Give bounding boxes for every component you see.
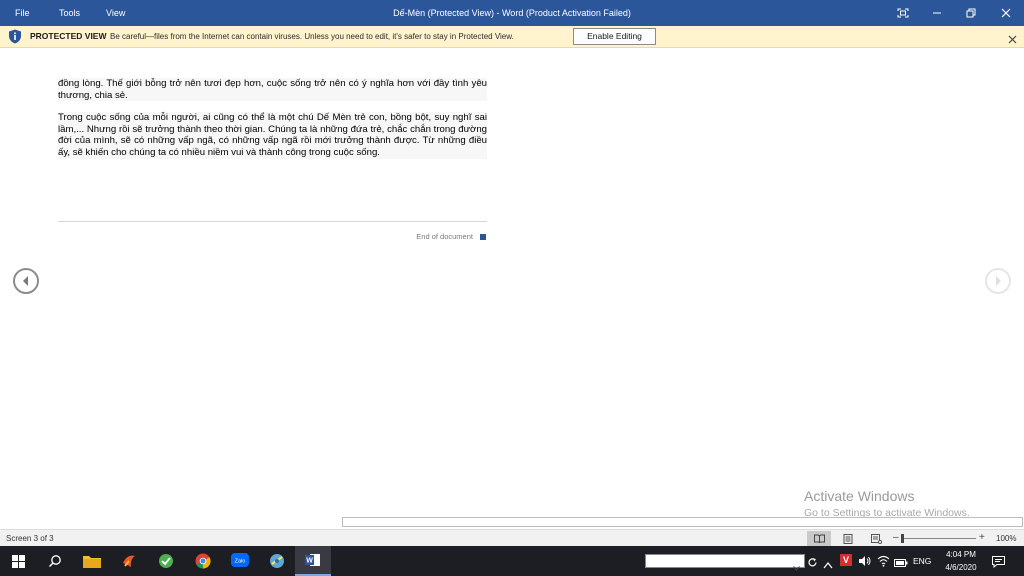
menu-tools[interactable]: Tools	[59, 0, 80, 26]
app-icon[interactable]	[111, 546, 147, 576]
activate-windows-title: Activate Windows	[804, 488, 915, 504]
windows-start-icon[interactable]	[0, 546, 36, 576]
clock-time[interactable]: 4:04 PM	[944, 550, 978, 559]
title-bar: File Tools View Dế-Mèn (Protected View) …	[0, 0, 1024, 26]
horizontal-scrollbar[interactable]	[342, 517, 1023, 527]
app-icon[interactable]	[148, 546, 184, 576]
menu-file[interactable]: File	[15, 0, 30, 26]
shield-icon	[8, 29, 22, 49]
zoom-in-icon[interactable]: +	[979, 533, 985, 543]
volume-icon[interactable]	[858, 554, 872, 572]
svg-text:Zalo: Zalo	[235, 559, 246, 565]
zoom-out-icon[interactable]: –	[893, 533, 899, 543]
zoom-slider-thumb[interactable]	[901, 534, 904, 543]
focus-mode-icon[interactable]	[886, 0, 920, 26]
close-bar-icon[interactable]	[1008, 31, 1017, 49]
chrome-icon[interactable]	[185, 546, 221, 576]
arrow-right-icon	[996, 276, 1001, 286]
input-language[interactable]: ENG	[913, 556, 931, 566]
document-paragraph: đồng lòng. Thế giới bỗng trở nên tươi đẹ…	[58, 78, 487, 102]
unikey-icon[interactable]: V	[840, 554, 852, 566]
clock-date[interactable]: 4/6/2020	[942, 563, 980, 572]
protected-view-bar: PROTECTED VIEW Be careful—files from the…	[0, 26, 1024, 48]
status-bar: Screen 3 of 3 – + 100%	[0, 529, 1024, 547]
end-divider	[58, 221, 487, 222]
document-paragraph: Trong cuộc sống của mỗi người, ai cũng c…	[58, 112, 487, 159]
book-icon	[813, 534, 825, 543]
minimize-icon[interactable]	[920, 0, 954, 26]
window-title: Dế-Mèn (Protected View) - Word (Product …	[393, 8, 631, 18]
screen-indicator: Screen 3 of 3	[6, 534, 54, 543]
chevron-down-icon[interactable]	[793, 558, 800, 576]
notifications-icon[interactable]	[992, 555, 1005, 573]
previous-screen-button[interactable]	[13, 268, 39, 294]
enable-editing-button[interactable]: Enable Editing	[573, 28, 656, 45]
taskbar-search-box[interactable]	[645, 554, 805, 568]
zoom-slider[interactable]	[902, 538, 976, 539]
refresh-icon[interactable]	[807, 555, 818, 573]
wifi-icon[interactable]	[877, 554, 890, 572]
page-icon	[843, 533, 853, 544]
app-icon[interactable]	[259, 546, 295, 576]
protected-view-message: Be careful—files from the Internet can c…	[110, 32, 514, 41]
restore-icon[interactable]	[954, 0, 988, 26]
search-icon[interactable]	[37, 546, 73, 576]
print-layout-button[interactable]	[836, 531, 860, 546]
end-of-document-label: End of document	[416, 232, 473, 241]
protected-view-title: PROTECTED VIEW	[30, 31, 107, 41]
end-of-document: End of document	[300, 232, 486, 241]
zoom-level[interactable]: 100%	[996, 530, 1016, 547]
end-marker-icon	[480, 234, 486, 241]
svg-text:W: W	[306, 558, 313, 565]
web-layout-button[interactable]	[864, 531, 888, 546]
taskbar: Zalo W V ENG 4:04 PM 4/6/2020	[0, 546, 1024, 576]
arrow-left-icon	[23, 276, 28, 286]
read-mode-button[interactable]	[807, 531, 831, 546]
file-explorer-icon[interactable]	[74, 546, 110, 576]
close-icon[interactable]	[989, 0, 1023, 26]
menu-view[interactable]: View	[106, 0, 125, 26]
word-icon[interactable]: W	[295, 546, 331, 576]
chevron-up-icon[interactable]	[823, 556, 833, 574]
document-page: đồng lòng. Thế giới bỗng trở nên tươi đẹ…	[58, 66, 487, 159]
zalo-icon[interactable]: Zalo	[222, 546, 258, 576]
next-screen-button[interactable]	[985, 268, 1011, 294]
battery-icon[interactable]	[894, 555, 908, 573]
web-layout-icon	[870, 533, 882, 544]
